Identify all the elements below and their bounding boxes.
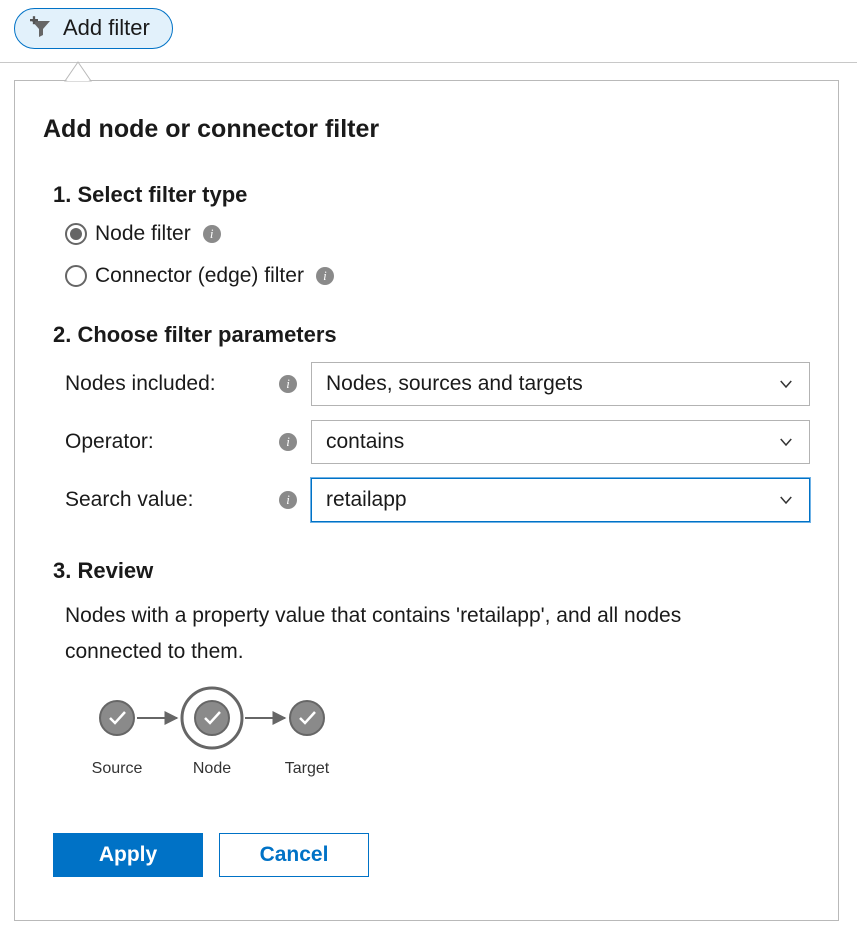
- add-filter-button[interactable]: Add filter: [14, 8, 173, 49]
- radio-checked-icon: [65, 223, 87, 245]
- radio-node-filter[interactable]: Node filter i: [65, 222, 810, 246]
- apply-button[interactable]: Apply: [53, 833, 203, 877]
- nodes-included-label: Nodes included:: [65, 372, 275, 396]
- radio-unchecked-icon: [65, 265, 87, 287]
- search-value-select[interactable]: retailapp: [311, 478, 810, 522]
- add-filter-label: Add filter: [63, 15, 150, 41]
- nodes-included-value: Nodes, sources and targets: [326, 372, 583, 396]
- radio-connector-label: Connector (edge) filter: [95, 264, 304, 288]
- cancel-label: Cancel: [260, 843, 329, 867]
- figure-source-label: Source: [92, 760, 143, 777]
- info-icon[interactable]: i: [279, 433, 297, 451]
- section2-title: 2. Choose filter parameters: [53, 322, 810, 348]
- chevron-down-icon: [777, 375, 795, 393]
- review-text: Nodes with a property value that contain…: [65, 598, 705, 669]
- apply-label: Apply: [99, 843, 157, 867]
- info-icon[interactable]: i: [279, 375, 297, 393]
- section3-title: 3. Review: [53, 558, 810, 584]
- chevron-down-icon: [777, 433, 795, 451]
- top-divider: [0, 62, 857, 63]
- search-value-value: retailapp: [326, 488, 407, 512]
- radio-node-label: Node filter: [95, 222, 191, 246]
- figure-target-label: Target: [285, 760, 330, 777]
- cancel-button[interactable]: Cancel: [219, 833, 369, 877]
- funnel-plus-icon: [29, 16, 53, 40]
- search-value-label: Search value:: [65, 488, 275, 512]
- figure-node-label: Node: [193, 760, 231, 777]
- radio-connector-filter[interactable]: Connector (edge) filter i: [65, 264, 810, 288]
- info-icon[interactable]: i: [279, 491, 297, 509]
- section1-title: 1. Select filter type: [53, 182, 810, 208]
- panel-caret-icon: [65, 62, 91, 81]
- operator-label: Operator:: [65, 430, 275, 454]
- panel-title: Add node or connector filter: [43, 115, 810, 144]
- filter-panel: Add node or connector filter 1. Select f…: [14, 80, 839, 921]
- chevron-down-icon: [777, 491, 795, 509]
- operator-value: contains: [326, 430, 404, 454]
- info-icon[interactable]: i: [316, 267, 334, 285]
- info-icon[interactable]: i: [203, 225, 221, 243]
- review-graph-figure: Source Node Target: [77, 683, 347, 783]
- nodes-included-select[interactable]: Nodes, sources and targets: [311, 362, 810, 406]
- operator-select[interactable]: contains: [311, 420, 810, 464]
